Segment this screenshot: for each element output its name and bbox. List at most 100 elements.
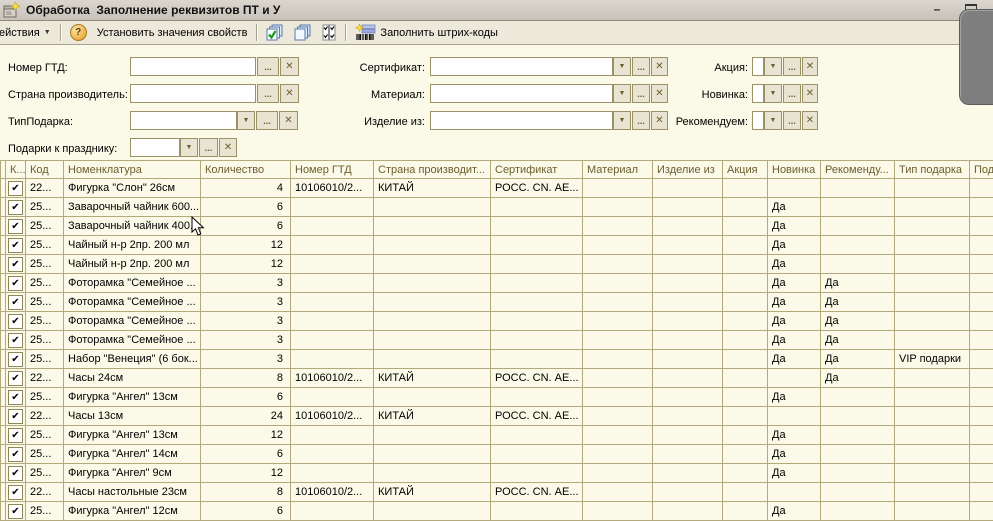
holiday-gifts-ellipsis-button[interactable]: ...: [199, 138, 218, 157]
cell-gift-type[interactable]: [895, 331, 970, 350]
cell-recommend[interactable]: Да: [821, 274, 895, 293]
cell-promo[interactable]: [723, 255, 768, 274]
novelty-ellipsis-button[interactable]: ...: [783, 84, 801, 103]
cell-country[interactable]: [374, 236, 491, 255]
cell-gift-type[interactable]: [895, 483, 970, 502]
cell-code[interactable]: 22...: [26, 179, 64, 198]
cell-material[interactable]: [583, 369, 653, 388]
gift-type-dropdown-button[interactable]: ▼: [237, 111, 255, 130]
cell-made-of[interactable]: [653, 255, 723, 274]
cell-overflow[interactable]: [970, 445, 993, 464]
cell-nomenclature[interactable]: Фоторамка "Семейное ...: [64, 274, 201, 293]
promo-dropdown-button[interactable]: ▼: [764, 57, 782, 76]
cell-made-of[interactable]: [653, 293, 723, 312]
cell-made-of[interactable]: [653, 445, 723, 464]
invert-checks-button[interactable]: [317, 22, 341, 43]
cell-gtd[interactable]: [291, 255, 374, 274]
cell-country[interactable]: [374, 502, 491, 521]
cell-nomenclature[interactable]: Фигурка "Ангел" 9см: [64, 464, 201, 483]
cell-promo[interactable]: [723, 274, 768, 293]
cell-promo[interactable]: [723, 350, 768, 369]
made-of-dropdown-button[interactable]: ▼: [613, 111, 631, 130]
cell-gift-type[interactable]: [895, 217, 970, 236]
cell-qty[interactable]: 12: [201, 426, 291, 445]
cell-novelty[interactable]: Да: [768, 464, 821, 483]
cell-material[interactable]: [583, 426, 653, 445]
cell-overflow[interactable]: [970, 407, 993, 426]
cell-recommend[interactable]: [821, 502, 895, 521]
cell-certificate[interactable]: [491, 350, 583, 369]
cell-certificate[interactable]: [491, 445, 583, 464]
cell-material[interactable]: [583, 388, 653, 407]
cell-nomenclature[interactable]: Фигурка "Слон" 26см: [64, 179, 201, 198]
cell-made-of[interactable]: [653, 350, 723, 369]
cell-certificate[interactable]: [491, 293, 583, 312]
cell-country[interactable]: [374, 198, 491, 217]
cell-certificate[interactable]: [491, 502, 583, 521]
window-icon[interactable]: [3, 2, 20, 18]
cell-material[interactable]: [583, 483, 653, 502]
cell-code[interactable]: 25...: [26, 445, 64, 464]
cell-code[interactable]: 25...: [26, 502, 64, 521]
cell-recommend[interactable]: Да: [821, 350, 895, 369]
cell-nomenclature[interactable]: Набор "Венеция" (6 бок...: [64, 350, 201, 369]
cell-novelty[interactable]: Да: [768, 217, 821, 236]
cell-recommend[interactable]: [821, 179, 895, 198]
gtd-number-ellipsis-button[interactable]: ...: [257, 57, 279, 76]
row-checkbox[interactable]: ✔: [8, 485, 23, 500]
cell-novelty[interactable]: [768, 179, 821, 198]
actions-menu-button[interactable]: ействия ▼: [0, 25, 56, 41]
cell-novelty[interactable]: Да: [768, 502, 821, 521]
cell-certificate[interactable]: [491, 464, 583, 483]
cell-recommend[interactable]: Да: [821, 293, 895, 312]
cell-gift-type[interactable]: [895, 274, 970, 293]
cell-code[interactable]: 25...: [26, 388, 64, 407]
cell-novelty[interactable]: Да: [768, 350, 821, 369]
recommend-ellipsis-button[interactable]: ...: [783, 111, 801, 130]
cell-certificate[interactable]: [491, 217, 583, 236]
cell-recommend[interactable]: Да: [821, 369, 895, 388]
cell-nomenclature[interactable]: Чайный н-р 2пр. 200 мл: [64, 236, 201, 255]
cell-made-of[interactable]: [653, 464, 723, 483]
gtd-number-clear-button[interactable]: ✕: [280, 57, 299, 76]
cell-gtd[interactable]: [291, 350, 374, 369]
cell-nomenclature[interactable]: Чайный н-р 2пр. 200 мл: [64, 255, 201, 274]
cell-country[interactable]: [374, 388, 491, 407]
cell-material[interactable]: [583, 179, 653, 198]
novelty-clear-button[interactable]: ✕: [802, 84, 818, 103]
cell-overflow[interactable]: [970, 331, 993, 350]
cell-certificate[interactable]: РОСС. CN. АЕ...: [491, 407, 583, 426]
cell-country[interactable]: [374, 445, 491, 464]
cell-nomenclature[interactable]: Заварочный чайник 600...: [64, 198, 201, 217]
help-button[interactable]: ?: [65, 22, 92, 43]
cell-country[interactable]: КИТАЙ: [374, 483, 491, 502]
cell-certificate[interactable]: [491, 255, 583, 274]
cell-promo[interactable]: [723, 483, 768, 502]
cell-nomenclature[interactable]: Заварочный чайник 400...: [64, 217, 201, 236]
cell-gtd[interactable]: [291, 331, 374, 350]
cell-code[interactable]: 25...: [26, 217, 64, 236]
cell-novelty[interactable]: Да: [768, 445, 821, 464]
recommend-input[interactable]: [752, 111, 764, 130]
cell-nomenclature[interactable]: Часы 24см: [64, 369, 201, 388]
cell-gtd[interactable]: [291, 312, 374, 331]
row-checkbox[interactable]: ✔: [8, 219, 23, 234]
cell-code[interactable]: 25...: [26, 426, 64, 445]
cell-country[interactable]: [374, 331, 491, 350]
cell-certificate[interactable]: [491, 331, 583, 350]
cell-gtd[interactable]: 10106010/2...: [291, 179, 374, 198]
cell-recommend[interactable]: [821, 388, 895, 407]
cell-code[interactable]: 25...: [26, 464, 64, 483]
cell-recommend[interactable]: [821, 407, 895, 426]
material-dropdown-button[interactable]: ▼: [613, 84, 631, 103]
gtd-number-input[interactable]: [130, 57, 256, 76]
cell-novelty[interactable]: Да: [768, 198, 821, 217]
cell-gtd[interactable]: 10106010/2...: [291, 483, 374, 502]
cell-overflow[interactable]: [970, 198, 993, 217]
cell-gift-type[interactable]: [895, 426, 970, 445]
minimize-button[interactable]: –: [929, 2, 945, 16]
made-of-input[interactable]: [430, 111, 613, 130]
recommend-clear-button[interactable]: ✕: [802, 111, 818, 130]
cell-overflow[interactable]: [970, 388, 993, 407]
cell-promo[interactable]: [723, 217, 768, 236]
